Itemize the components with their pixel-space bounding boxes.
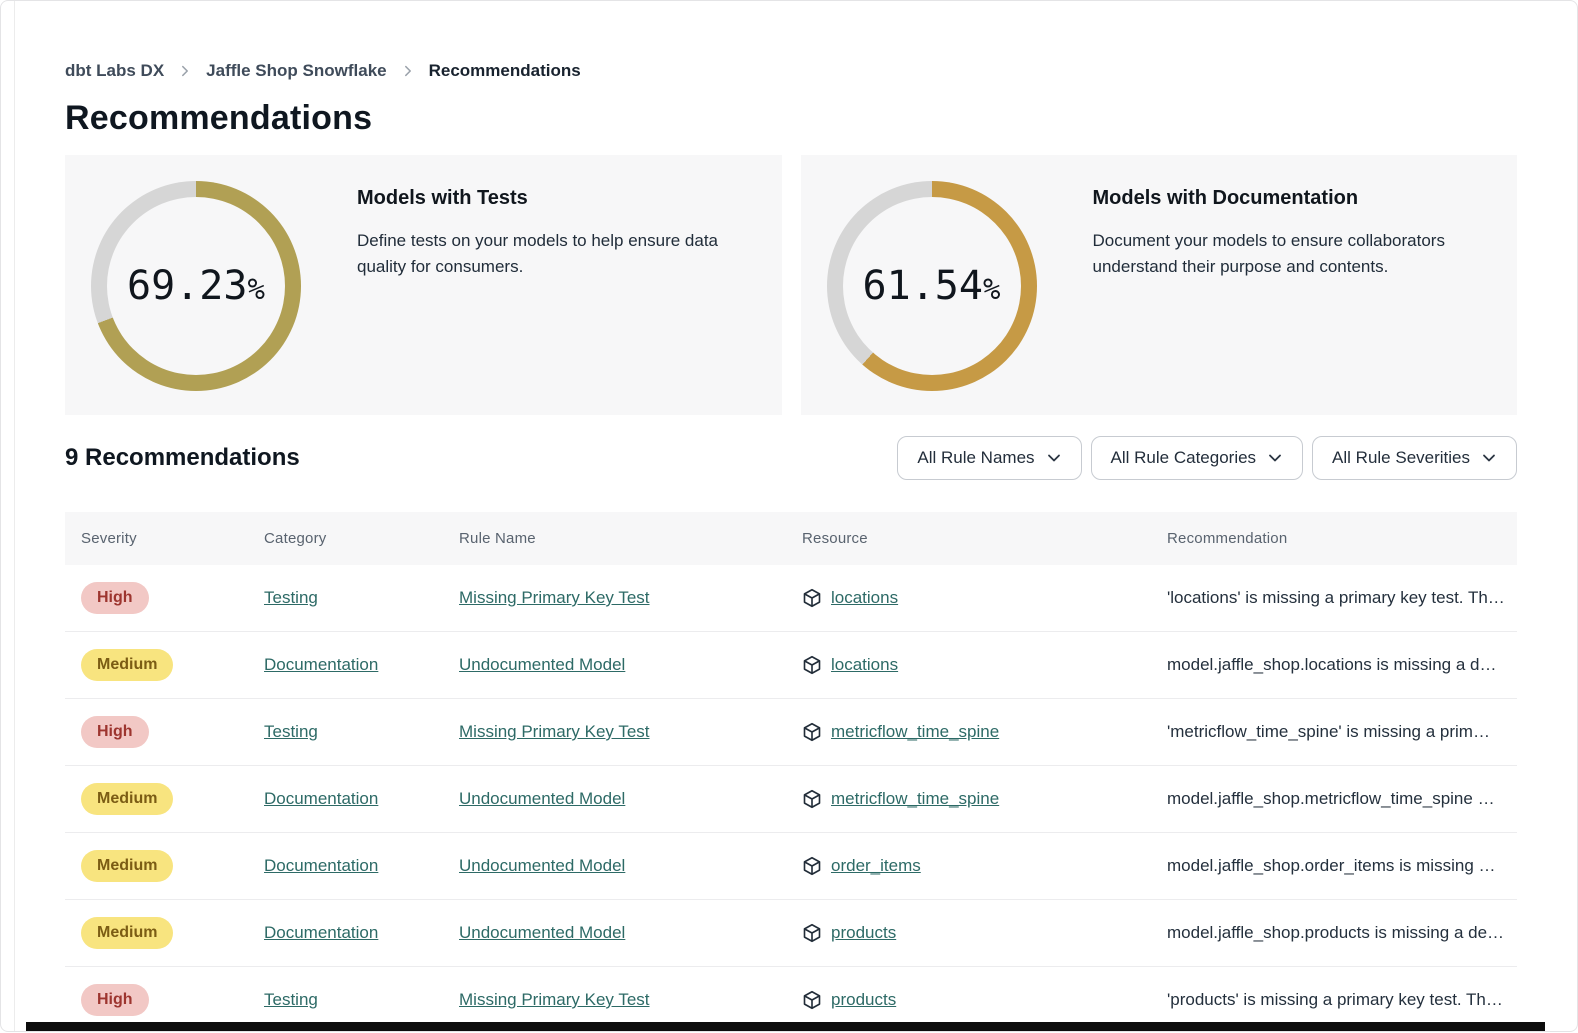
recommendation-text: model.jaffle_shop.products is missing a … [1167,923,1504,942]
column-header-rule-name: Rule Name [443,512,786,565]
rule-severities-filter-dropdown[interactable]: All Rule Severities [1312,436,1517,480]
cube-icon [802,990,822,1010]
rule-name-link[interactable]: Undocumented Model [459,655,625,674]
chevron-right-icon [401,64,415,78]
recommendation-text: 'metricflow_time_spine' is missing a pri… [1167,722,1490,741]
documentation-percent-value: 61.54% [863,263,1001,309]
severity-badge: High [81,582,149,614]
column-header-resource: Resource [786,512,1151,565]
chevron-down-icon [1481,450,1497,466]
breadcrumb-item-recommendations: Recommendations [429,61,581,81]
card-models-with-tests: 69.23% Models with Tests Define tests on… [65,155,782,415]
category-link[interactable]: Testing [264,722,318,741]
filter-label: All Rule Categories [1111,448,1257,468]
recommendations-page: { "breadcrumb": { "items": [ { "label": … [0,0,1578,1032]
recommendation-text: model.jaffle_shop.order_items is missing… [1167,856,1496,875]
recommendations-table: Severity Category Rule Name Resource Rec… [65,512,1517,1033]
category-link[interactable]: Testing [264,588,318,607]
table-row: High Testing Missing Primary Key Test me… [65,699,1517,766]
table-row: Medium Documentation Undocumented Model … [65,833,1517,900]
column-header-category: Category [248,512,443,565]
resource-cell: metricflow_time_spine [802,722,1151,742]
category-link[interactable]: Documentation [264,923,378,942]
resource-link[interactable]: metricflow_time_spine [831,789,999,809]
resource-cell: order_items [802,856,1151,876]
severity-badge: Medium [81,850,173,882]
resource-cell: locations [802,655,1151,675]
severity-badge: Medium [81,917,173,949]
table-header-row: Severity Category Rule Name Resource Rec… [65,512,1517,565]
filter-label: All Rule Severities [1332,448,1470,468]
rule-names-filter-dropdown[interactable]: All Rule Names [897,436,1081,480]
recommendation-text: model.jaffle_shop.locations is missing a… [1167,655,1496,674]
severity-badge: Medium [81,783,173,815]
column-header-recommendation: Recommendation [1151,512,1517,565]
resource-cell: locations [802,588,1151,608]
cube-icon [802,789,822,809]
documentation-donut-chart: 61.54% [827,181,1037,391]
rule-name-link[interactable]: Undocumented Model [459,856,625,875]
rule-name-link[interactable]: Undocumented Model [459,789,625,808]
resource-link[interactable]: locations [831,588,898,608]
table-row: High Testing Missing Primary Key Test lo… [65,565,1517,632]
breadcrumb: dbt Labs DX Jaffle Shop Snowflake Recomm… [65,61,581,81]
card-description: Define tests on your models to help ensu… [357,228,758,281]
filter-label: All Rule Names [917,448,1034,468]
recommendation-text: 'locations' is missing a primary key tes… [1167,588,1505,607]
recommendation-text: model.jaffle_shop.metricflow_time_spine … [1167,789,1495,808]
category-link[interactable]: Documentation [264,789,378,808]
cube-icon [802,655,822,675]
recommendation-text: 'products' is missing a primary key test… [1167,990,1503,1009]
chevron-down-icon [1267,450,1283,466]
card-models-with-documentation: 61.54% Models with Documentation Documen… [801,155,1518,415]
resource-link[interactable]: metricflow_time_spine [831,722,999,742]
page-title: Recommendations [65,99,372,138]
rule-categories-filter-dropdown[interactable]: All Rule Categories [1091,436,1304,480]
breadcrumb-item-dbt-labs-dx[interactable]: dbt Labs DX [65,61,164,81]
tests-donut-chart: 69.23% [91,181,301,391]
chevron-right-icon [178,64,192,78]
metric-cards: 69.23% Models with Tests Define tests on… [65,155,1517,415]
bottom-dark-bar [26,1022,1545,1031]
table-row: Medium Documentation Undocumented Model … [65,632,1517,699]
left-edge-divider [14,1,15,1031]
resource-cell: products [802,990,1151,1010]
donut-hole: 61.54% [843,197,1021,375]
chevron-down-icon [1046,450,1062,466]
breadcrumb-item-jaffle-shop-snowflake[interactable]: Jaffle Shop Snowflake [206,61,386,81]
category-link[interactable]: Documentation [264,655,378,674]
resource-link[interactable]: locations [831,655,898,675]
cube-icon [802,722,822,742]
rule-name-link[interactable]: Undocumented Model [459,923,625,942]
card-title: Models with Tests [357,187,758,210]
resource-cell: metricflow_time_spine [802,789,1151,809]
category-link[interactable]: Testing [264,990,318,1009]
rule-name-link[interactable]: Missing Primary Key Test [459,588,650,607]
recommendations-count-title: 9 Recommendations [65,444,300,472]
card-text: Models with Documentation Document your … [1093,181,1494,391]
rule-name-link[interactable]: Missing Primary Key Test [459,722,650,741]
tests-percent-value: 69.23% [127,263,265,309]
column-header-severity: Severity [65,512,248,565]
resource-link[interactable]: products [831,923,896,943]
severity-badge: High [81,716,149,748]
resource-cell: products [802,923,1151,943]
card-description: Document your models to ensure collabora… [1093,228,1494,281]
card-text: Models with Tests Define tests on your m… [357,181,758,391]
cube-icon [802,856,822,876]
cube-icon [802,588,822,608]
severity-badge: Medium [81,649,173,681]
severity-badge: High [81,984,149,1016]
resource-link[interactable]: products [831,990,896,1010]
donut-hole: 69.23% [107,197,285,375]
rule-name-link[interactable]: Missing Primary Key Test [459,990,650,1009]
table-row: Medium Documentation Undocumented Model … [65,766,1517,833]
category-link[interactable]: Documentation [264,856,378,875]
cube-icon [802,923,822,943]
filter-bar: All Rule Names All Rule Categories All R… [897,436,1517,480]
recommendations-list-header: 9 Recommendations All Rule Names All Rul… [65,436,1517,480]
resource-link[interactable]: order_items [831,856,921,876]
table-row: Medium Documentation Undocumented Model … [65,900,1517,967]
card-title: Models with Documentation [1093,187,1494,210]
